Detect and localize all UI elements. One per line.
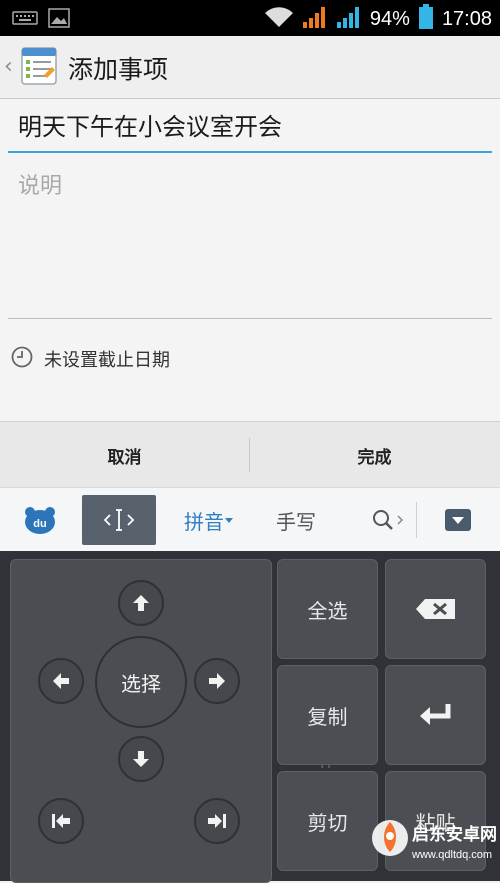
due-date-label: 未设置截止日期	[44, 350, 170, 371]
svg-text:du: du	[33, 518, 46, 530]
cursor-down-button[interactable]	[118, 736, 164, 782]
clock-icon	[10, 345, 34, 373]
pinyin-label: 拼音	[184, 509, 224, 534]
wifi-icon	[264, 5, 294, 33]
text-cursor-icon	[103, 509, 135, 531]
cursor-line-end-button[interactable]	[194, 798, 240, 844]
handwriting-mode-button[interactable]: 手写	[264, 488, 328, 552]
search-button[interactable]	[360, 488, 416, 552]
enter-button[interactable]	[385, 665, 486, 765]
cursor-up-button[interactable]	[118, 580, 164, 626]
collapse-down-icon	[445, 509, 471, 531]
status-bar: 94% 17:08	[0, 0, 500, 36]
signal-orange-icon	[302, 5, 328, 33]
back-chevron-icon[interactable]: ‹	[4, 54, 13, 79]
arrow-left-icon	[53, 673, 69, 689]
arrow-up-icon	[133, 595, 149, 611]
backspace-icon	[415, 599, 455, 619]
cancel-button[interactable]: 取消	[0, 422, 249, 488]
cursor-right-button[interactable]	[194, 658, 240, 704]
arrow-down-icon	[133, 751, 149, 767]
battery-icon	[418, 4, 434, 34]
gallery-icon	[48, 8, 70, 32]
task-title-input[interactable]: 明天下午在小会议室开会	[8, 101, 492, 153]
arrow-right-icon	[209, 673, 225, 689]
due-date-row[interactable]: 未设置截止日期	[10, 343, 170, 375]
tasks-app-icon[interactable]	[18, 45, 60, 87]
keyboard-icon	[12, 10, 38, 30]
watermark-url: www.qdltdq.com	[411, 849, 492, 861]
arrow-to-end-icon	[208, 814, 226, 828]
arrow-to-start-icon	[52, 814, 70, 828]
select-all-button[interactable]: 全选	[277, 559, 378, 659]
toolbar-divider	[416, 502, 417, 538]
ime-toolbar: du 拼音 手写	[0, 487, 500, 552]
dialog-button-bar: 取消 完成	[0, 421, 500, 488]
copy-button[interactable]: 复制	[277, 665, 378, 765]
done-button[interactable]: 完成	[250, 422, 499, 488]
enter-icon	[419, 704, 450, 725]
cut-button[interactable]: 剪切	[277, 771, 378, 871]
pinyin-dropdown-icon	[225, 518, 233, 523]
backspace-button[interactable]	[385, 559, 486, 659]
battery-percent: 94%	[369, 7, 410, 30]
search-icon	[373, 510, 393, 530]
handwriting-label: 手写	[276, 509, 316, 534]
cursor-navigation-panel: 选择	[10, 559, 272, 883]
cursor-line-start-button[interactable]	[38, 798, 84, 844]
select-button[interactable]: 选择	[95, 636, 187, 728]
task-form: 明天下午在小会议室开会 说明 未设置截止日期	[0, 99, 500, 421]
hide-keyboard-button[interactable]	[430, 488, 486, 552]
clock: 17:08	[441, 7, 492, 30]
signal-blue-icon	[336, 5, 362, 33]
more-chevron-icon	[397, 515, 404, 525]
action-bar: ‹ 添加事项	[0, 36, 500, 99]
description-input[interactable]: 说明	[8, 167, 492, 319]
cursor-left-button[interactable]	[38, 658, 84, 704]
watermark-brand: 启东安卓网	[412, 824, 497, 845]
pinyin-mode-button[interactable]: 拼音	[174, 488, 244, 552]
page-title: 添加事项	[68, 55, 169, 84]
cursor-mode-button[interactable]	[82, 495, 156, 545]
site-watermark: 启东安卓网 www.qdltdq.com	[368, 808, 498, 878]
baidu-bear-icon[interactable]: du	[18, 488, 62, 552]
